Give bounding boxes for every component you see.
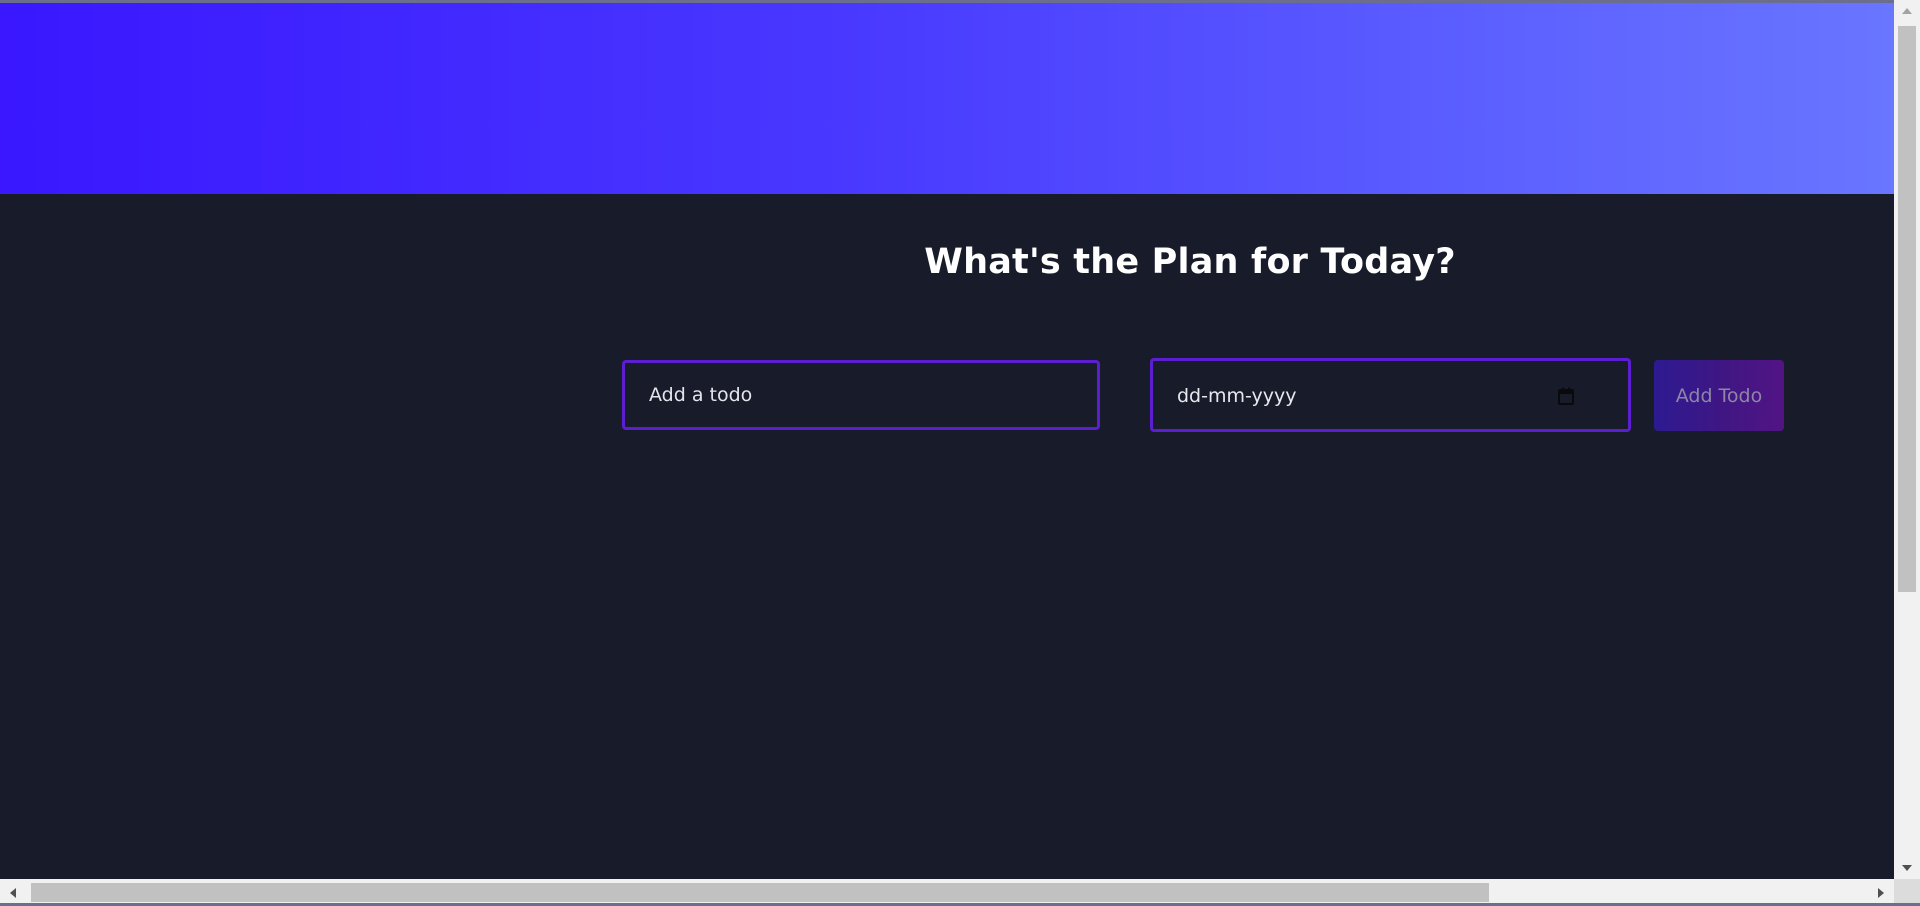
- hero-banner: [0, 3, 1894, 194]
- horizontal-scroll-thumb[interactable]: [31, 883, 1489, 902]
- chevron-right-icon[interactable]: [1868, 879, 1894, 906]
- add-todo-button[interactable]: Add Todo: [1654, 360, 1784, 431]
- browser-viewport: What's the Plan for Today? dd-mm-yyyy Ad…: [0, 0, 1920, 906]
- page-title: What's the Plan for Today?: [924, 242, 1456, 282]
- vertical-scroll-thumb[interactable]: [1898, 26, 1916, 592]
- calendar-icon[interactable]: [1558, 387, 1574, 405]
- main-content: What's the Plan for Today? dd-mm-yyyy Ad…: [0, 194, 1894, 879]
- scrollbar-corner: [1894, 879, 1920, 906]
- vertical-scrollbar[interactable]: [1894, 0, 1920, 879]
- date-input[interactable]: dd-mm-yyyy: [1150, 358, 1631, 432]
- todo-input[interactable]: [622, 360, 1100, 430]
- chevron-down-icon[interactable]: [1894, 857, 1920, 879]
- date-placeholder: dd-mm-yyyy: [1177, 385, 1297, 407]
- chevron-up-icon[interactable]: [1894, 0, 1920, 22]
- chevron-left-icon[interactable]: [0, 879, 26, 906]
- horizontal-scrollbar[interactable]: [0, 879, 1894, 906]
